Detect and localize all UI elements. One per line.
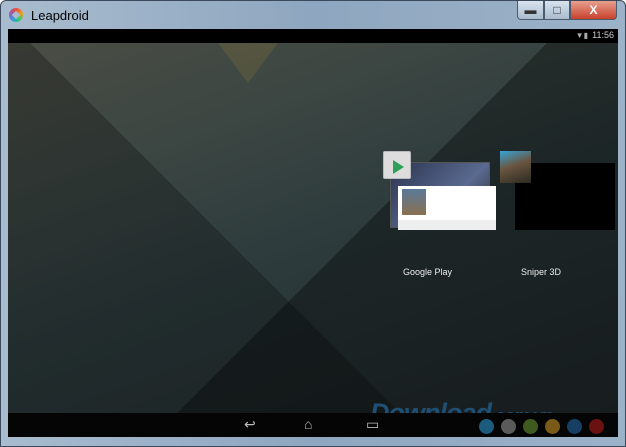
- leapdroid-logo-icon: [9, 8, 23, 22]
- color-dot-green[interactable]: [523, 419, 538, 434]
- color-dot-gray[interactable]: [501, 419, 516, 434]
- status-bar: ▼▮ 11:56: [8, 29, 618, 43]
- recent-label-sniper-3d: Sniper 3D: [521, 267, 562, 277]
- home-button[interactable]: ⌂: [304, 416, 312, 432]
- minimize-button[interactable]: ▬: [517, 1, 544, 20]
- google-play-icon: [383, 151, 411, 179]
- android-screen[interactable]: ▼▮ 11:56 Download.com.vn ↩ ⌂ ▭: [8, 29, 618, 437]
- color-dot-navy[interactable]: [567, 419, 582, 434]
- navigation-bar: ↩ ⌂ ▭: [8, 413, 618, 437]
- color-dot-red[interactable]: [589, 419, 604, 434]
- maximize-button[interactable]: □: [544, 1, 570, 20]
- wallpaper-shape: [218, 43, 278, 83]
- wifi-battery-icon: ▼▮: [575, 31, 588, 40]
- status-time: 11:56: [592, 30, 614, 40]
- google-play-app-card: [398, 186, 496, 230]
- sniper-3d-icon: [500, 151, 531, 183]
- color-dot-blue[interactable]: [479, 419, 494, 434]
- app-image: [402, 189, 426, 215]
- window-title: Leapdroid: [31, 8, 89, 23]
- close-button[interactable]: X: [570, 1, 617, 20]
- back-button[interactable]: ↩: [244, 416, 256, 433]
- color-dot-orange[interactable]: [545, 419, 560, 434]
- recent-label-google-play: Google Play: [403, 267, 453, 277]
- card-bar: [398, 220, 496, 230]
- recents-button[interactable]: ▭: [366, 416, 379, 433]
